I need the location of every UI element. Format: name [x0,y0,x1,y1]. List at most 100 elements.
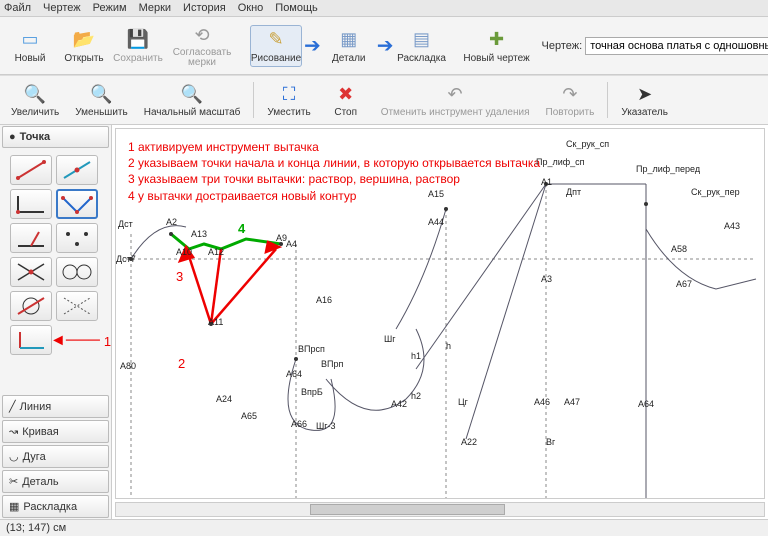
section-layout[interactable]: ▦ Раскладка [2,495,109,518]
label-А22: А22 [461,437,477,447]
open-button[interactable]: 📂 Открыть [58,25,110,67]
label-А43: А43 [724,221,740,231]
sync-icon: ⟲ [190,23,214,47]
details-icon: ▦ [337,28,361,52]
section-point[interactable]: ● Точка [2,126,109,148]
fit-button[interactable]: ⛶ Уместить [260,79,317,121]
section-curve[interactable]: ↝ Кривая [2,420,109,443]
label-А15: А15 [428,189,444,199]
tool-dart[interactable] [56,189,98,219]
pointer-button[interactable]: ➤ Указатель [614,79,675,121]
tool-bisector[interactable] [56,223,98,253]
folder-open-icon: 📂 [72,28,96,52]
redo-button[interactable]: ↷ Повторить [539,79,602,121]
zoom-out-button[interactable]: 🔍 Уменьшить [68,79,134,121]
label-А11: А11 [208,317,223,327]
label-Шг3: Шг-3 [316,421,336,431]
drawing-label: Чертеж: [542,40,583,52]
tool-triangle[interactable] [10,291,52,321]
tool-intersect[interactable] [10,257,52,287]
menu-window[interactable]: Окно [238,2,264,14]
step-num-4: 4 [238,221,245,236]
new-drawing-button[interactable]: ✚ Новый чертеж [460,25,534,67]
section-line[interactable]: ╱ Линия [2,395,109,418]
label-Дст7: Дст7 [116,254,136,264]
tool-sidebar: ● Точка ◄─── 1 ╱ Линия ↝ Кривая ◡ Дуга ✂… [0,125,112,519]
menu-mode[interactable]: Режим [93,2,127,14]
zoom-reset-button[interactable]: 🔍 Начальный масштаб [137,79,248,121]
label-Ск_рук_сп: Ск_рук_сп [566,139,609,149]
label-ВПрп: ВПрп [321,359,343,369]
canvas-wrap: 1 активируем инструмент вытачка 2 указыв… [112,125,768,519]
label-h: h [446,341,451,351]
tool-point-on-line[interactable] [56,155,98,185]
layout-icon: ▤ [410,28,434,52]
agree-measures-button[interactable]: ⟲ Согласовать мерки [166,20,238,71]
fit-icon: ⛶ [277,82,301,106]
step-num-2: 2 [178,356,185,371]
label-h1: h1 [411,351,421,361]
tool-perpendicular[interactable] [10,223,52,253]
details-mode-button[interactable]: ▦ Детали [323,25,375,67]
menu-measures[interactable]: Мерки [139,2,171,14]
tool-height[interactable] [10,325,52,355]
label-Пр_лиф_сп: Пр_лиф_сп [536,157,585,167]
label-А58: А58 [671,244,687,254]
menu-help[interactable]: Помощь [275,2,318,14]
label-А10: А10 [176,247,192,257]
layout-mode-button[interactable]: ▤ Раскладка [396,25,448,67]
main-area: ● Точка ◄─── 1 ╱ Линия ↝ Кривая ◡ Дуга ✂… [0,125,768,519]
tool-point-of-contact[interactable] [56,291,98,321]
label-Ск_рук_пер: Ск_рук_пер [691,187,740,197]
stop-icon: ✖ [334,82,358,106]
tool-segment[interactable] [10,155,52,185]
label-А67: А67 [676,279,692,289]
new-button[interactable]: ▭ Новый [4,25,56,67]
zoom-reset-icon: 🔍 [180,82,204,106]
pencil-icon: ✎ [264,28,288,52]
arrow-right-icon: ➔ [377,33,394,58]
tool-shoulder[interactable] [56,257,98,287]
label-Дст: Дст [118,219,133,229]
pointer-icon: ➤ [633,82,657,106]
point-tools [0,149,111,361]
zoom-in-button[interactable]: 🔍 Увеличить [4,79,66,121]
drawing-canvas[interactable]: 1 активируем инструмент вытачка 2 указыв… [115,128,765,499]
tool-angle[interactable] [10,189,52,219]
label-А24: А24 [216,394,232,404]
section-detail[interactable]: ✂ Деталь [2,470,109,493]
menu-file[interactable]: Файл [4,2,31,14]
section-arc[interactable]: ◡ Дуга [2,445,109,468]
label-А47: А47 [564,397,580,407]
drawing-name-input[interactable] [585,37,768,55]
label-А46: А46 [534,397,550,407]
label-А80: А80 [120,361,136,371]
save-icon: 💾 [126,28,150,52]
menu-history[interactable]: История [183,2,226,14]
pattern-svg [116,129,765,499]
label-А13: А13 [191,229,207,239]
label-А3: А3 [541,274,552,284]
scrollbar-thumb[interactable] [310,504,504,515]
undo-delete-button[interactable]: ↶ Отменить инструмент удаления [374,79,537,121]
undo-icon: ↶ [443,82,467,106]
label-А42: А42 [391,399,407,409]
label-Вг: Вг [546,437,555,447]
menu-drawing[interactable]: Чертеж [43,2,81,14]
label-А64: А64 [286,369,302,379]
horizontal-scrollbar[interactable] [115,502,765,517]
label-А65: А65 [241,411,257,421]
label-А66: А66 [291,419,307,429]
zoom-out-icon: 🔍 [89,82,113,106]
label-Пр_лиф_перед: Пр_лиф_перед [636,164,700,174]
draw-mode-button[interactable]: ✎ Рисование [250,25,302,67]
save-button[interactable]: 💾 Сохранить [112,25,164,67]
zoom-toolbar: 🔍 Увеличить 🔍 Уменьшить 🔍 Начальный масш… [0,75,768,125]
label-А44: А44 [428,217,444,227]
file-new-icon: ▭ [18,28,42,52]
label-А12: А12 [208,247,224,257]
step-num-3: 3 [176,269,183,284]
stop-button[interactable]: ✖ Стоп [320,79,372,121]
label-А1: А1 [541,177,552,187]
zoom-in-icon: 🔍 [23,82,47,106]
